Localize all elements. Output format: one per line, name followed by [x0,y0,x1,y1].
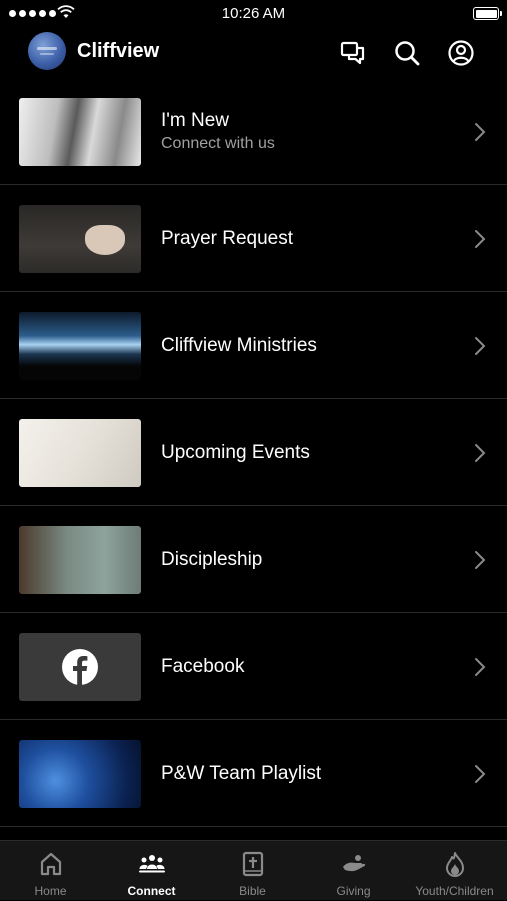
chevron-right-icon [475,658,486,676]
menu-item-title: Cliffview Ministries [161,334,317,356]
menu-item-title: Discipleship [161,548,263,570]
tab-youth-children[interactable]: Youth/Children [404,841,505,901]
connect-menu-list: I'm New Connect with us Prayer Request C… [0,78,507,840]
chevron-right-icon [475,230,486,248]
church-logo[interactable] [28,32,66,70]
menu-item-discipleship[interactable]: Discipleship [0,506,507,613]
tab-giving[interactable]: Giving [303,841,404,901]
app-header: Cliffview [0,28,507,78]
menu-item-title: Facebook [161,655,245,677]
tab-home[interactable]: Home [0,841,101,901]
chevron-right-icon [475,444,486,462]
flame-icon [446,852,464,877]
stage-microphone-photo [19,740,141,808]
status-bar: 10:26 AM [0,0,507,28]
tab-label: Home [34,884,67,898]
search-icon[interactable] [392,38,422,68]
tab-label: Youth/Children [415,884,494,898]
facebook-icon [62,649,98,685]
concert-crowd-photo [19,312,141,380]
bible-icon [242,851,264,877]
chat-icon[interactable] [338,38,368,68]
menu-item-prayer-request[interactable]: Prayer Request [0,185,507,292]
chevron-right-icon [475,551,486,569]
menu-item-title: Prayer Request [161,227,294,249]
chevron-right-icon [475,123,486,141]
chevron-right-icon [475,765,486,783]
account-icon[interactable] [446,38,476,68]
tab-label: Connect [127,884,176,898]
menu-item-cliffview-ministries[interactable]: Cliffview Ministries [0,292,507,399]
facebook-thumb [19,633,141,701]
menu-item-title: P&W Team Playlist [161,762,322,784]
giving-icon [343,855,366,872]
battery-icon [473,7,502,20]
people-icon [139,855,165,873]
hands-photo [19,98,141,166]
menu-item-title: Upcoming Events [161,441,310,463]
bottom-tab-bar: Home Connect Bible Giving Youth/Children [0,840,507,900]
home-icon [40,852,62,876]
tab-connect[interactable]: Connect [101,841,202,901]
notebook-photo [19,419,141,487]
tab-label: Bible [239,884,266,898]
status-time: 10:26 AM [221,5,286,22]
chevron-right-icon [475,337,486,355]
lake-photo [19,526,141,594]
menu-item-subtitle: Connect with us [161,135,275,152]
praying-hands-photo [19,205,141,273]
menu-item-im-new[interactable]: I'm New Connect with us [0,78,507,185]
menu-item-pw-team-playlist[interactable]: P&W Team Playlist [0,720,507,827]
tab-label: Giving [336,884,371,898]
menu-item-facebook[interactable]: Facebook [0,613,507,720]
menu-item-upcoming-events[interactable]: Upcoming Events [0,399,507,506]
tab-bible[interactable]: Bible [202,841,303,901]
app-title: Cliffview [77,40,160,62]
menu-item-title: I'm New [161,110,230,131]
